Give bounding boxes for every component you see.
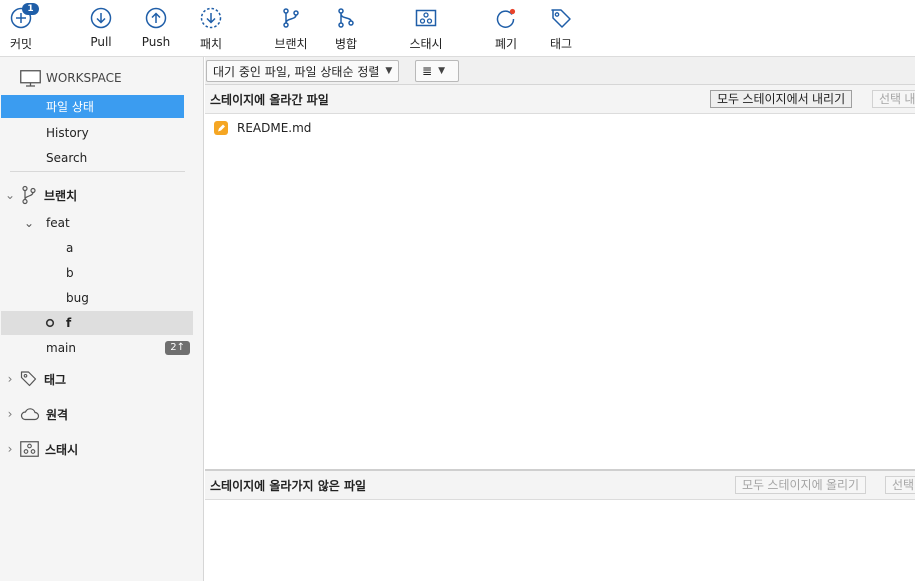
discard-button[interactable]: 폐기	[481, 6, 531, 52]
branch-button[interactable]: 브랜치	[266, 6, 316, 52]
branch-folder-label: feat	[46, 216, 70, 230]
branch-item-main[interactable]: main 2↑	[1, 336, 193, 360]
stash-button[interactable]: 스태시	[401, 6, 451, 52]
stash-icon	[20, 441, 39, 457]
branch-item-bug[interactable]: bug	[1, 286, 193, 310]
arrow-up-circle-icon	[145, 7, 167, 29]
workspace-header: WORKSPACE	[20, 68, 122, 88]
main-content: 대기 중인 파일, 파일 상태순 정렬 ▼ ≣ ▼ 스테이지에 올라간 파일 모…	[205, 57, 915, 581]
sort-dropdown[interactable]: 대기 중인 파일, 파일 상태순 정렬 ▼	[206, 60, 400, 82]
chevron-right-icon: ›	[7, 442, 13, 456]
branch-item-f-label: f	[66, 316, 72, 330]
pull-button[interactable]: Pull	[76, 6, 126, 49]
section-tags[interactable]: › 태그	[4, 368, 66, 390]
tag-label: 태그	[549, 37, 573, 51]
stash-label: 스태시	[409, 37, 443, 51]
patch-icon	[200, 7, 222, 29]
merge-button[interactable]: 병합	[321, 6, 371, 52]
chevron-right-icon: ›	[7, 372, 13, 386]
monitor-icon	[20, 69, 41, 87]
branch-icon	[22, 185, 36, 205]
current-branch-icon	[45, 318, 55, 328]
merge-icon	[338, 8, 354, 28]
pull-label: Pull	[90, 35, 112, 49]
sidebar-item-history[interactable]: History	[1, 121, 184, 144]
sidebar-item-search[interactable]: Search	[1, 146, 184, 169]
stash-icon	[415, 9, 437, 27]
chevron-down-icon: ⌄	[24, 216, 35, 230]
patch-button[interactable]: 패치	[186, 6, 236, 52]
tag-button[interactable]: 태그	[536, 6, 586, 52]
stage-all-button[interactable]: 모두 스테이지에 올리기	[735, 476, 867, 494]
sidebar-item-file-status[interactable]: 파일 상태	[1, 95, 184, 118]
sidebar-divider	[10, 171, 185, 172]
chevron-right-icon: ›	[7, 407, 13, 421]
branch-item-b[interactable]: b	[1, 261, 193, 285]
unstaged-files-title: 스테이지에 올라가지 않은 파일	[210, 478, 367, 493]
discard-icon	[496, 8, 516, 28]
file-name: README.md	[237, 121, 312, 135]
tag-icon	[20, 371, 37, 387]
unstage-all-button[interactable]: 모두 스테이지에서 내리기	[710, 90, 853, 108]
sidebar: WORKSPACE 파일 상태 History Search ⌄ 브랜치 ⌄ f…	[0, 57, 204, 581]
list-item[interactable]: README.md	[213, 118, 311, 138]
section-stashes-label: 스태시	[45, 442, 79, 457]
list-view-icon: ≣	[422, 64, 433, 78]
staged-files-title: 스테이지에 올라간 파일	[210, 92, 329, 107]
branch-item-a[interactable]: a	[1, 236, 193, 260]
view-mode-dropdown[interactable]: ≣ ▼	[415, 60, 459, 82]
section-branches[interactable]: ⌄ 브랜치	[4, 184, 77, 206]
staged-files-header: 스테이지에 올라간 파일 모두 스테이지에서 내리기 선택 내	[205, 85, 915, 114]
section-branches-label: 브랜치	[44, 188, 78, 203]
section-remotes-label: 원격	[46, 407, 69, 422]
stage-selected-button[interactable]: 선택	[885, 476, 915, 494]
sort-dropdown-label: 대기 중인 파일, 파일 상태순 정렬	[213, 64, 380, 79]
section-stashes[interactable]: › 스태시	[4, 438, 78, 460]
discard-label: 폐기	[494, 37, 518, 51]
commit-badge: 1	[22, 3, 39, 15]
push-label: Push	[141, 35, 171, 49]
branch-folder-feat[interactable]: ⌄ feat	[1, 211, 193, 235]
branch-icon	[283, 8, 299, 28]
ahead-badge: 2↑	[165, 341, 190, 355]
chevron-down-icon: ⌄	[4, 188, 16, 202]
commit-label: 커밋	[9, 37, 33, 51]
merge-label: 병합	[334, 37, 358, 51]
workspace-label: WORKSPACE	[46, 71, 122, 85]
unstaged-files-header: 스테이지에 올라가지 않은 파일 모두 스테이지에 올리기 선택	[205, 471, 915, 500]
patch-label: 패치	[199, 37, 223, 51]
filter-bar: 대기 중인 파일, 파일 상태순 정렬 ▼ ≣ ▼	[205, 57, 915, 85]
section-remotes[interactable]: › 원격	[4, 403, 69, 425]
commit-button[interactable]: 1 커밋	[0, 3, 46, 52]
section-tags-label: 태그	[44, 372, 67, 387]
branch-main-label: main	[46, 341, 76, 355]
modified-file-icon	[214, 121, 228, 135]
cloud-icon	[20, 408, 40, 421]
tag-icon	[551, 9, 571, 28]
toolbar: 1 커밋 Pull Push 패치 브랜치 병합 스태시 폐기 태그	[0, 0, 915, 57]
chevron-down-icon: ▼	[385, 66, 393, 76]
chevron-down-icon: ▼	[438, 66, 445, 76]
branch-label: 브랜치	[274, 37, 308, 51]
unstage-selected-button[interactable]: 선택 내	[872, 90, 915, 108]
push-button[interactable]: Push	[131, 6, 181, 49]
arrow-down-circle-icon	[90, 7, 112, 29]
branch-item-f[interactable]: f	[1, 311, 193, 335]
